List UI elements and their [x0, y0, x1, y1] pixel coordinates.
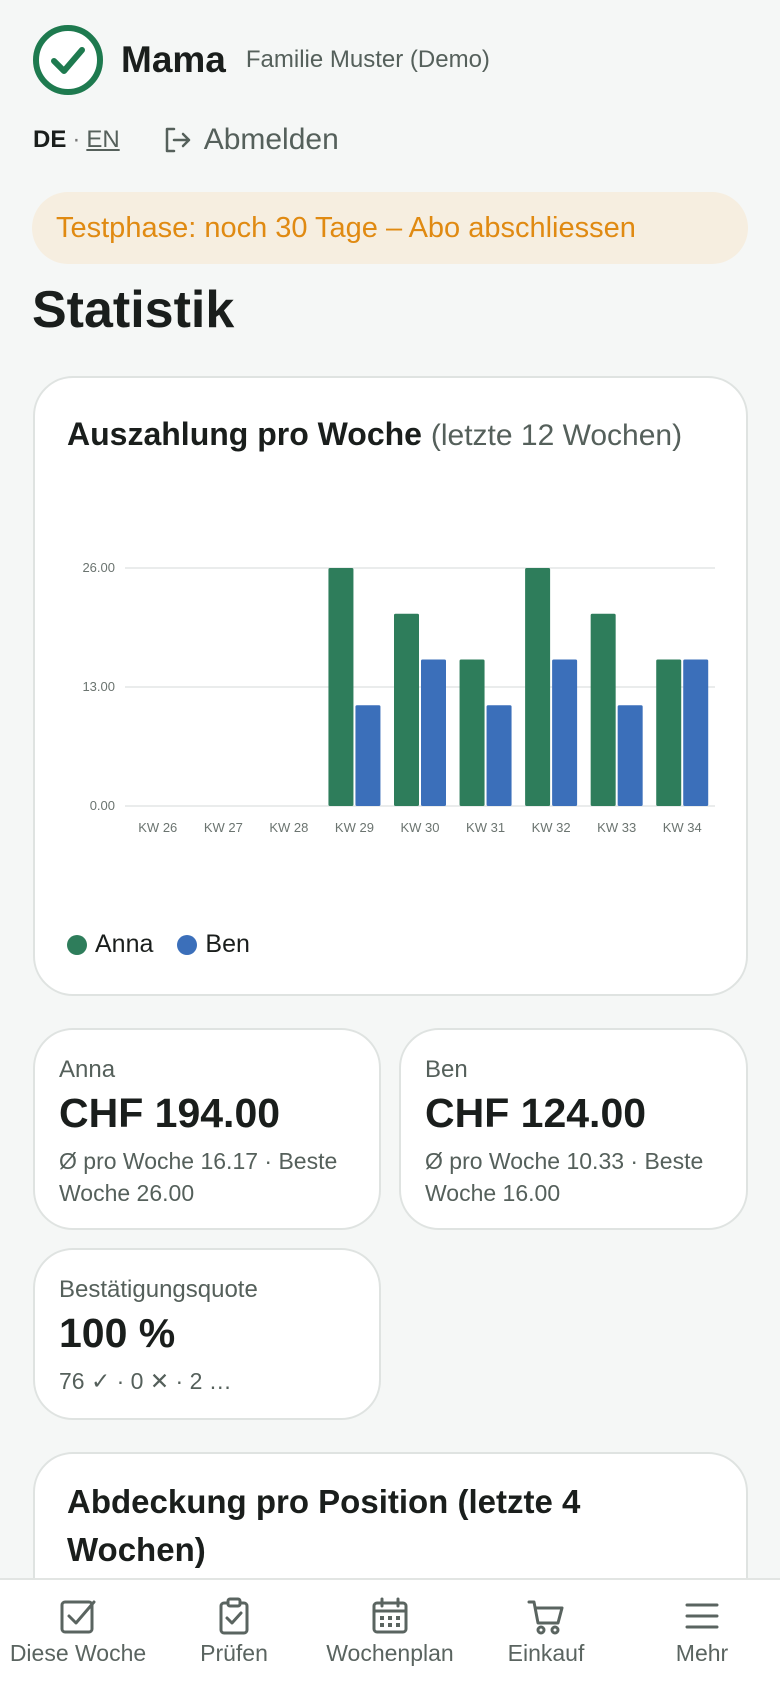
stat-card-anna: Anna CHF 194.00 Ø pro Woche 16.17 · Best… — [33, 1028, 381, 1230]
stat-value: 100 % — [59, 1310, 176, 1356]
nav-label: Wochenplan — [326, 1640, 454, 1666]
bar-anna — [656, 659, 682, 806]
legend-dot-anna — [67, 934, 87, 955]
checkbox-icon — [60, 1600, 96, 1634]
lang-separator: · — [72, 126, 81, 153]
legend-item-anna[interactable]: Anna — [67, 930, 153, 959]
bar-ben — [617, 705, 643, 806]
bar-anna — [459, 659, 485, 806]
stat-detail: Ø pro Woche 16.17 · Beste Woche 26.00 — [59, 1148, 338, 1206]
legend-label-anna: Anna — [95, 930, 154, 958]
chart-legend: Anna Ben — [67, 930, 274, 959]
x-tick-label: KW 34 — [663, 820, 702, 835]
bar-ben — [552, 659, 578, 806]
bar-ben — [683, 659, 709, 806]
logout-label: Abmelden — [203, 123, 339, 156]
stat-card-ben: Ben CHF 124.00 Ø pro Woche 10.33 · Beste… — [399, 1028, 748, 1230]
payout-bar-chart: 0.00 13.00 26.00 KW 26 KW 27 KW 28 KW 29 KW 30 K… — [82, 560, 715, 835]
app-header: Mama Familie Muster (Demo) — [33, 25, 490, 95]
x-tick-label: KW 32 — [532, 820, 571, 835]
bar-anna — [328, 568, 354, 806]
user-name: Mama — [121, 39, 226, 80]
nav-item-pruefen[interactable]: Prüfen — [156, 1580, 312, 1688]
stat-detail: 76 ✓ · 0 ✕ · 2 … — [59, 1368, 232, 1394]
bar-ben — [355, 705, 381, 806]
y-tick-label: 0.00 — [90, 798, 115, 813]
x-tick-label: KW 30 — [400, 820, 439, 835]
nav-item-diese-woche[interactable]: Diese Woche — [0, 1580, 156, 1688]
bar-anna — [590, 613, 616, 806]
stat-value: CHF 194.00 — [59, 1090, 281, 1136]
family-name: Familie Muster (Demo) — [245, 46, 490, 73]
logout-icon — [165, 127, 190, 153]
bar-ben — [421, 659, 446, 806]
trial-banner[interactable]: Testphase: noch 30 Tage – Abo abschliess… — [32, 192, 748, 264]
legend-dot-ben — [177, 934, 198, 955]
calendar-icon — [372, 1597, 408, 1634]
bar-anna — [394, 613, 419, 806]
coverage-title: Abdeckung pro Position (letzte 4 Wochen) — [67, 1483, 581, 1568]
legend-label-ben: Ben — [205, 930, 250, 958]
stat-value: CHF 124.00 — [425, 1090, 647, 1136]
nav-item-wochenplan[interactable]: Wochenplan — [312, 1580, 468, 1688]
x-tick-label: KW 31 — [466, 820, 505, 835]
x-tick-label: KW 27 — [204, 820, 243, 835]
bar-ben — [486, 705, 512, 806]
menu-icon — [685, 1603, 719, 1629]
y-tick-label: 13.00 — [82, 679, 115, 694]
language-switcher: DE · EN Abmelden — [33, 120, 339, 160]
bottom-nav: Diese Woche Prüfen Wochenplan Einkauf Me… — [0, 1578, 780, 1688]
y-tick-label: 26.00 — [82, 560, 115, 575]
x-tick-label: KW 26 — [138, 820, 177, 835]
lang-de[interactable]: DE — [33, 126, 66, 154]
nav-label: Prüfen — [200, 1640, 268, 1666]
nav-label: Mehr — [675, 1640, 729, 1666]
cart-icon — [527, 1600, 564, 1635]
x-tick-label: KW 33 — [597, 820, 636, 835]
payout-chart-card: Auszahlung pro Woche (letzte 12 Wochen) … — [33, 376, 748, 996]
bar-anna — [525, 568, 551, 806]
stat-label: Bestätigungsquote — [59, 1276, 258, 1303]
stat-card-confirmation-rate: Bestätigungsquote 100 % 76 ✓ · 0 ✕ · 2 … — [33, 1248, 381, 1420]
clipboard-check-icon — [219, 1597, 249, 1635]
legend-item-ben[interactable]: Ben — [177, 930, 250, 959]
x-tick-label: KW 28 — [269, 820, 308, 835]
check-logo-icon — [33, 25, 103, 95]
x-tick-label: KW 29 — [335, 820, 374, 835]
nav-label: Diese Woche — [9, 1640, 147, 1666]
nav-item-einkauf[interactable]: Einkauf — [468, 1580, 624, 1688]
page-title: Statistik — [32, 281, 235, 339]
logout-button[interactable]: Abmelden — [162, 123, 339, 157]
stat-label: Ben — [425, 1056, 468, 1083]
nav-label: Einkauf — [507, 1640, 585, 1666]
nav-item-mehr[interactable]: Mehr — [624, 1580, 780, 1688]
stat-detail: Ø pro Woche 10.33 · Beste Woche 16.00 — [425, 1148, 704, 1206]
lang-en-link[interactable]: EN — [86, 126, 119, 154]
stat-label: Anna — [59, 1056, 116, 1083]
